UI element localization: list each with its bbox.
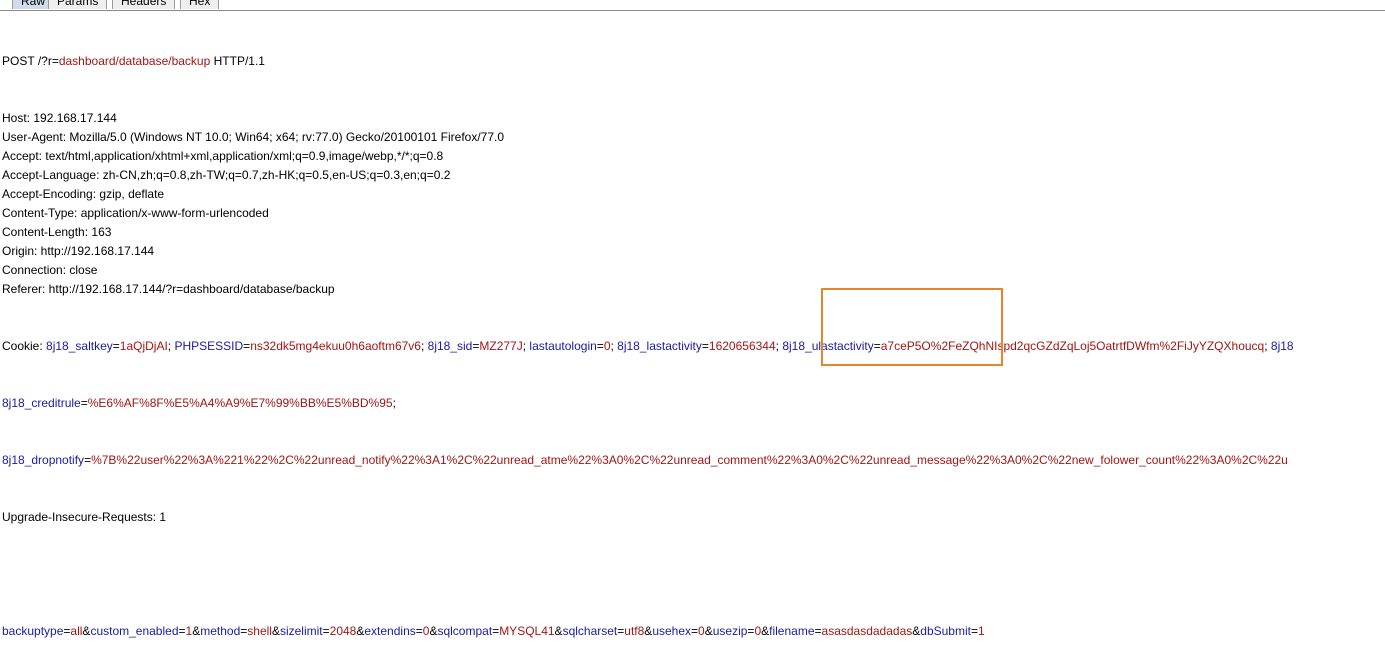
upgrade-header: Upgrade-Insecure-Requests: 1 — [2, 510, 167, 524]
body-param-name: sqlcharset — [562, 624, 618, 638]
cookie-value: 1aQjDjAI — [119, 339, 168, 353]
header-line: Accept-Language: zh-CN,zh;q=0.8,zh-TW;q=… — [2, 168, 451, 182]
cookie-separator: ; — [392, 396, 396, 410]
header-line: Accept: text/html,application/xhtml+xml,… — [2, 149, 444, 163]
cookie-line-continued: 8j18_dropnotify=%7B%22user%22%3A%221%22%… — [2, 451, 1385, 470]
header-line: User-Agent: Mozilla/5.0 (Windows NT 10.0… — [2, 130, 505, 144]
equals: = — [814, 624, 822, 638]
body-param-name: extendins — [364, 624, 416, 638]
cookie-line: Cookie: 8j18_saltkey=1aQjDjAI; PHPSESSID… — [2, 337, 1385, 356]
cookie-value: MZ277J — [479, 339, 523, 353]
cookie-label: Cookie: — [2, 339, 47, 353]
body-param-value: MYSQL41 — [499, 624, 555, 638]
request-line: POST /?r=dashboard/database/backup HTTP/… — [2, 52, 1385, 71]
param-separator: & — [82, 624, 91, 638]
body-param-value: 2048 — [329, 624, 357, 638]
header-line: Connection: close — [2, 263, 98, 277]
body-param-value: 1 — [185, 624, 193, 638]
cookie-name: 8j18_sid — [427, 339, 473, 353]
param-separator: & — [429, 624, 438, 638]
cookie-value: a7ceP5O%2FeZQhNIspd2qcGZdZqLoj5OatrtfDWf… — [880, 339, 1265, 353]
cookie-value: %7B%22user%22%3A%221%22%2C%22unread_noti… — [91, 453, 1288, 467]
cookie-name: PHPSESSID — [174, 339, 244, 353]
equals: = — [873, 339, 881, 353]
tab-headers[interactable]: Headers — [112, 0, 176, 9]
param-separator: & — [356, 624, 365, 638]
body-param-value: 0 — [698, 624, 705, 638]
body-param-name: sizelimit — [279, 624, 323, 638]
equals: = — [701, 339, 709, 353]
equals: = — [596, 339, 604, 353]
equals: = — [63, 624, 71, 638]
body-param-name: sqlcompat — [437, 624, 493, 638]
editor-tab-bar: Raw Params Headers Hex — [0, 0, 1385, 11]
request-protocol: HTTP/1.1 — [213, 54, 265, 68]
request-path-value: dashboard/database/backup — [58, 54, 211, 68]
tab-hex[interactable]: Hex — [180, 0, 220, 9]
cookie-name: 8j18_ulastactivity — [782, 339, 874, 353]
request-path-prefix: /?r= — [37, 54, 59, 68]
header-line: Accept-Encoding: gzip, deflate — [2, 187, 165, 201]
body-param-value: asasdasdadadas — [821, 624, 913, 638]
body-param-name: custom_enabled — [90, 624, 179, 638]
param-separator: & — [271, 624, 280, 638]
param-separator: & — [704, 624, 713, 638]
cookie-name: 8j18_dropnotify — [2, 453, 85, 467]
cookie-value: ns32dk5mg4ekuu0h6aoftm67v6 — [250, 339, 421, 353]
body-param-name: filename — [769, 624, 815, 638]
body-param-name: usezip — [712, 624, 748, 638]
equals: = — [970, 624, 978, 638]
header-line: Content-Type: application/x-www-form-url… — [2, 206, 269, 220]
body-param-value: 0 — [422, 624, 430, 638]
cookie-name: 8j18_saltkey — [46, 339, 113, 353]
equals: = — [240, 624, 248, 638]
equals: = — [691, 624, 699, 638]
param-separator: & — [554, 624, 563, 638]
equals: = — [617, 624, 625, 638]
request-method: POST — [2, 54, 35, 68]
param-separator: & — [912, 624, 921, 638]
header-line: Host: 192.168.17.144 — [2, 111, 117, 125]
body-param-value: shell — [247, 624, 272, 638]
request-body: backuptype=all&custom_enabled=1&method=s… — [2, 622, 1385, 641]
cookie-name: 8j18_creditrule — [2, 396, 81, 410]
equals: = — [322, 624, 330, 638]
body-param-value: all — [70, 624, 83, 638]
body-param-value: 1 — [978, 624, 985, 638]
header-body-separator — [2, 565, 1385, 584]
body-param-name: usehex — [652, 624, 692, 638]
cookie-value: 0 — [603, 339, 611, 353]
cookie-line-continued: 8j18_creditrule=%E6%AF%8F%E5%A4%A9%E7%99… — [2, 394, 1385, 413]
param-separator: & — [644, 624, 653, 638]
param-separator: & — [192, 624, 201, 638]
header-line: Referer: http://192.168.17.144/?r=dashbo… — [2, 282, 335, 296]
header-line: Content-Length: 163 — [2, 225, 112, 239]
cookie-name: 8j18_lastactivity — [617, 339, 702, 353]
body-param-name: method — [200, 624, 241, 638]
body-param-name: backuptype — [2, 624, 64, 638]
equals: = — [80, 396, 88, 410]
equals: = — [178, 624, 186, 638]
tab-params[interactable]: Params — [48, 0, 108, 9]
equals: = — [492, 624, 500, 638]
body-param-value: 0 — [754, 624, 762, 638]
cookie-value: 1620656344 — [708, 339, 776, 353]
equals: = — [747, 624, 755, 638]
body-param-value: utf8 — [624, 624, 645, 638]
equals: = — [415, 624, 423, 638]
body-param-name: dbSubmit — [920, 624, 971, 638]
equals: = — [112, 339, 120, 353]
cookie-value: %E6%AF%8F%E5%A4%A9%E7%99%BB%E5%BD%95 — [87, 396, 393, 410]
cookie-separator: ; — [420, 339, 428, 353]
raw-request-editor[interactable]: POST /?r=dashboard/database/backup HTTP/… — [2, 14, 1385, 660]
header-line: Origin: http://192.168.17.144 — [2, 244, 155, 258]
cookie-separator: ; — [1264, 339, 1271, 353]
param-separator: & — [761, 624, 770, 638]
cookie-name: 8j18 — [1270, 339, 1294, 353]
request-headers: Host: 192.168.17.144 User-Agent: Mozilla/… — [2, 109, 1385, 299]
cookie-name: lastautologin — [529, 339, 597, 353]
